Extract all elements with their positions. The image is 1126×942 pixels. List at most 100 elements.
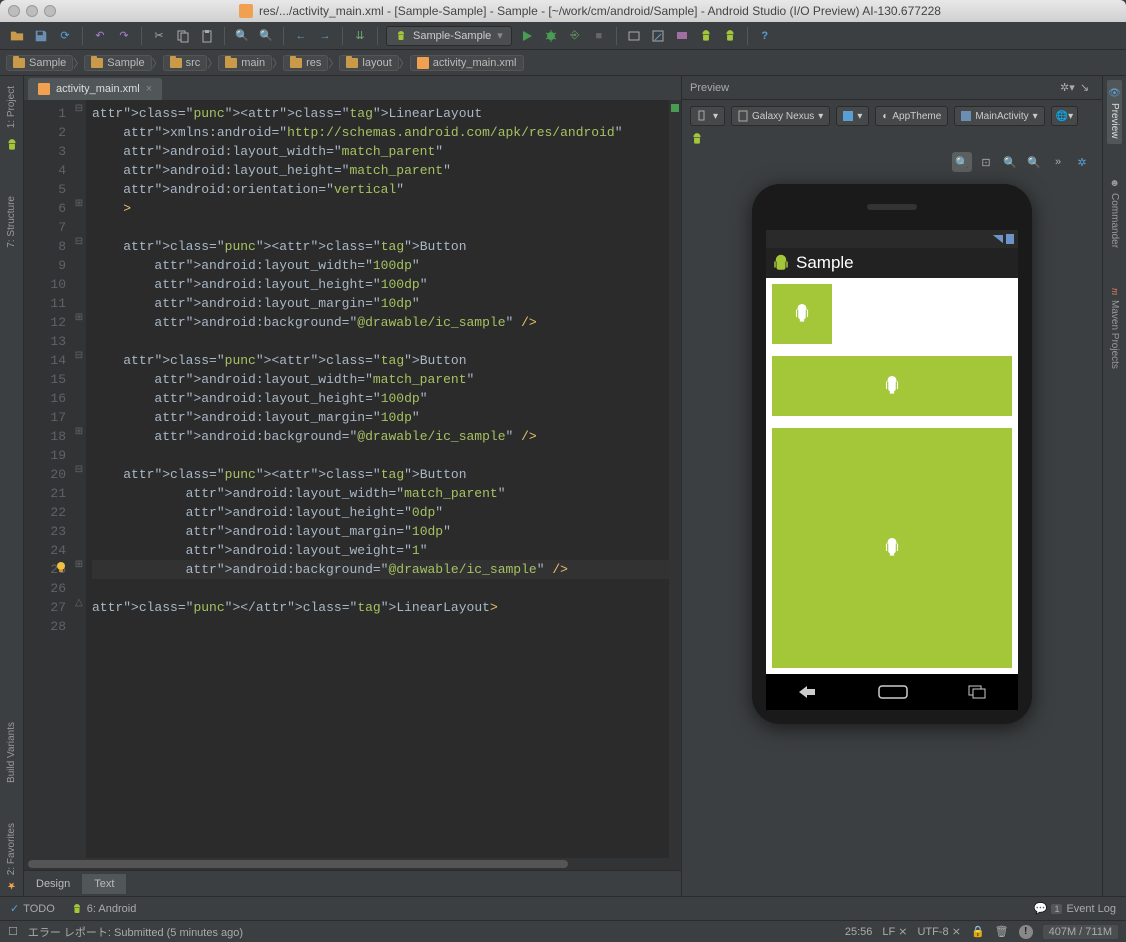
open-icon[interactable]	[8, 27, 26, 45]
preview-button-3	[772, 428, 1012, 668]
trash-icon[interactable]: 🗑	[995, 925, 1009, 938]
design-tab[interactable]: Design	[24, 874, 82, 894]
status-ok-indicator	[671, 104, 679, 112]
right-tool-dock: 👁Preview ☻Commander mMaven Projects	[1102, 76, 1126, 896]
recents-icon	[968, 685, 988, 699]
attach-debugger-icon[interactable]: ⎆	[566, 27, 584, 45]
avd-manager-icon[interactable]	[625, 27, 643, 45]
app-icon	[772, 254, 790, 272]
commander-tool-tab[interactable]: ☻Commander	[1107, 172, 1122, 254]
toggle-windows-icon[interactable]: ☐	[8, 925, 18, 938]
android-icon[interactable]	[697, 27, 715, 45]
gear-icon[interactable]: ✲▾	[1060, 81, 1074, 95]
locale-dropdown[interactable]: 🌐▾	[1051, 106, 1078, 126]
lock-icon[interactable]: 🔒	[971, 925, 985, 938]
copy-icon[interactable]	[174, 27, 192, 45]
preview-button-1	[772, 284, 832, 344]
window-title: res/.../activity_main.xml - [Sample-Samp…	[259, 4, 941, 18]
run-config-dropdown[interactable]: Sample-Sample ▾	[386, 26, 512, 46]
folder-icon	[225, 58, 237, 68]
android-tab[interactable]: 6: Android	[71, 903, 137, 915]
error-stripe[interactable]	[669, 100, 681, 858]
left-tool-dock: 1: Project 7: Structure Build Variants ★…	[0, 76, 24, 896]
sync-icon[interactable]: ⟳	[56, 27, 74, 45]
redo-icon[interactable]: ↷	[115, 27, 133, 45]
breadcrumb-item[interactable]: main	[218, 55, 272, 71]
sdk-manager-icon[interactable]	[649, 27, 667, 45]
zoom-window-button[interactable]	[44, 5, 56, 17]
maven-tool-tab[interactable]: mMaven Projects	[1107, 282, 1122, 374]
line-separator[interactable]: LF ⨯	[882, 925, 907, 938]
zoom-fit-icon[interactable]: 🔍	[952, 152, 972, 172]
editor-tab-label: activity_main.xml	[56, 83, 140, 95]
find-icon[interactable]: 🔍	[233, 27, 251, 45]
replace-icon[interactable]: 🔍	[257, 27, 275, 45]
activity-dropdown[interactable]: MainActivity▾	[954, 106, 1044, 126]
memory-indicator[interactable]: 407M / 711M	[1043, 925, 1118, 939]
preview-button-2	[772, 356, 1012, 416]
android-icon[interactable]	[690, 132, 704, 146]
horizontal-scrollbar[interactable]	[24, 858, 681, 870]
status-bar	[766, 230, 1018, 248]
stop-icon[interactable]: ■	[590, 27, 608, 45]
battery-icon	[1006, 234, 1014, 244]
app-title: Sample	[796, 253, 854, 273]
zoom-in-icon[interactable]: 🔍	[1000, 152, 1020, 172]
breadcrumb-item[interactable]: Sample	[6, 55, 73, 71]
build-variants-tab[interactable]: Build Variants	[4, 716, 19, 789]
text-tab[interactable]: Text	[82, 874, 126, 894]
monitor-icon[interactable]	[673, 27, 691, 45]
action-bar: Sample	[766, 248, 1018, 278]
xml-file-icon	[38, 83, 50, 95]
run-icon[interactable]	[518, 27, 536, 45]
breadcrumb-item[interactable]: src	[163, 55, 208, 71]
back-icon[interactable]: ←	[292, 27, 310, 45]
device-dropdown[interactable]: Galaxy Nexus▾	[731, 106, 830, 126]
cursor-position[interactable]: 25:56	[845, 926, 873, 938]
android-green-icon[interactable]	[721, 27, 739, 45]
theme-dropdown[interactable]: ◐AppTheme	[875, 106, 948, 126]
editor-file-tab[interactable]: activity_main.xml ×	[28, 78, 162, 100]
fold-column[interactable]: ⊟⊞⊟⊞⊟⊞⊟⊞△	[72, 100, 86, 858]
code-editor[interactable]: attr">class="punc"><attr">class="tag">Li…	[86, 100, 669, 858]
close-tab-icon[interactable]: ×	[146, 83, 152, 95]
file-icon	[239, 4, 253, 18]
zoom-actual-icon[interactable]: ⊡	[976, 152, 996, 172]
todo-tab[interactable]: ✓TODO	[10, 902, 55, 915]
undo-icon[interactable]: ↶	[91, 27, 109, 45]
structure-tool-tab[interactable]: 7: Structure	[4, 190, 19, 254]
info-icon[interactable]: !	[1019, 925, 1033, 939]
favorites-tab[interactable]: ★2: Favorites	[4, 817, 19, 896]
breadcrumb-item[interactable]: Sample	[84, 55, 151, 71]
folder-icon	[290, 58, 302, 68]
paste-icon[interactable]	[198, 27, 216, 45]
make-icon[interactable]: ⇊	[351, 27, 369, 45]
debug-icon[interactable]	[542, 27, 560, 45]
minimize-icon[interactable]: ↘	[1080, 81, 1094, 95]
folder-icon	[13, 58, 25, 68]
project-tool-tab[interactable]: 1: Project	[4, 80, 19, 134]
api-dropdown[interactable]: ▾	[836, 106, 869, 126]
device-screen[interactable]: Sample	[766, 230, 1018, 674]
breadcrumb-item[interactable]: activity_main.xml	[410, 55, 524, 71]
orientation-dropdown[interactable]: ▾	[690, 106, 725, 126]
zoom-out-icon[interactable]: 🔍	[1024, 152, 1044, 172]
save-icon[interactable]	[32, 27, 50, 45]
main-toolbar: ⟳ ↶ ↷ ✂ 🔍 🔍 ← → ⇊ Sample-Sample ▾ ⎆ ■ ?	[0, 22, 1126, 50]
forward-icon[interactable]: →	[316, 27, 334, 45]
help-icon[interactable]: ?	[756, 27, 774, 45]
preview-tool-tab[interactable]: 👁Preview	[1107, 80, 1122, 144]
close-window-button[interactable]	[8, 5, 20, 17]
android-icon	[5, 138, 19, 152]
breadcrumb-item[interactable]: layout	[339, 55, 398, 71]
breadcrumb-item[interactable]: res	[283, 55, 328, 71]
file-encoding[interactable]: UTF-8 ⨯	[917, 925, 960, 938]
event-log-tab[interactable]: 💬1 Event Log	[1034, 902, 1116, 915]
intention-bulb-icon[interactable]	[54, 560, 68, 580]
run-config-label: Sample-Sample	[413, 30, 491, 42]
cut-icon[interactable]: ✂	[150, 27, 168, 45]
settings-icon[interactable]: ✲	[1072, 152, 1092, 172]
signal-icon	[993, 235, 1003, 243]
more-icon[interactable]: »	[1048, 152, 1068, 172]
minimize-window-button[interactable]	[26, 5, 38, 17]
